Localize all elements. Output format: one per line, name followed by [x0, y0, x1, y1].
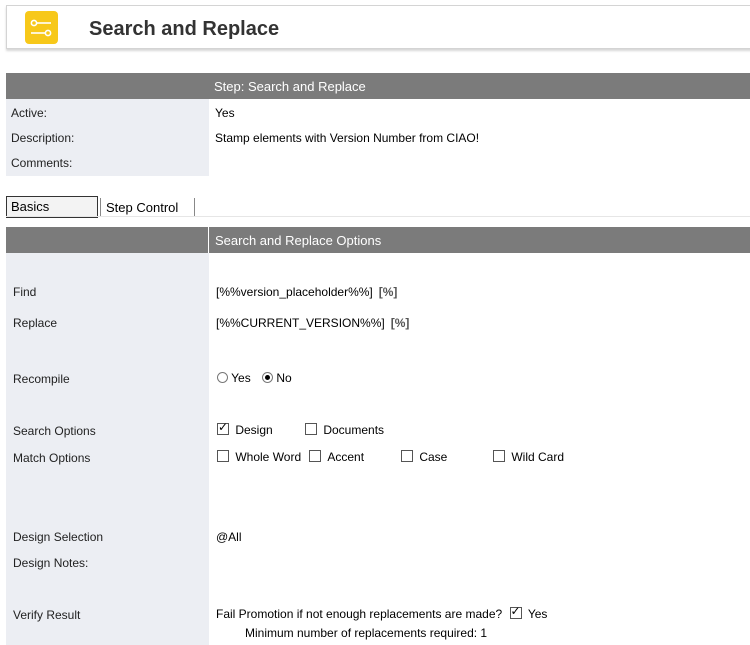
replace-placeholder-button[interactable]: [%]: [391, 316, 410, 330]
wild-card-checkbox[interactable]: [493, 450, 505, 462]
recompile-no-label: No: [276, 371, 292, 385]
verify-result-label: Verify Result: [13, 608, 81, 622]
wild-card-label: Wild Card: [511, 450, 565, 464]
match-case-option[interactable]: Case: [401, 450, 447, 464]
find-value[interactable]: [%%version_placeholder%%]: [216, 285, 373, 299]
step-header-label: Step: Search and Replace: [214, 79, 366, 94]
active-label: Active:: [11, 106, 48, 120]
verify-question: Fail Promotion if not enough replacement…: [216, 607, 503, 621]
description-value: Stamp elements with Version Number from …: [215, 131, 480, 145]
tab-basics[interactable]: Basics: [6, 196, 98, 218]
options-label-column: [6, 253, 209, 645]
options-header-bar: Search and Replace Options: [6, 227, 750, 253]
page-header: Search and Replace: [6, 5, 750, 49]
whole-word-checkbox[interactable]: [217, 450, 229, 462]
find-value-row: [%%version_placeholder%%] [%]: [216, 285, 397, 299]
search-documents-option[interactable]: Documents: [305, 423, 384, 437]
recompile-yes-radio[interactable]: [217, 372, 228, 383]
replace-label: Replace: [13, 316, 58, 330]
design-selection-label: Design Selection: [13, 530, 104, 544]
description-label: Description:: [11, 131, 75, 145]
documents-checkbox[interactable]: [305, 423, 317, 435]
verify-result-row: Fail Promotion if not enough replacement…: [216, 604, 548, 621]
whole-word-label: Whole Word: [235, 450, 302, 464]
options-header-label: Search and Replace Options: [215, 233, 382, 248]
find-label: Find: [13, 285, 37, 299]
design-selection-value[interactable]: @All: [216, 530, 242, 544]
search-options-label: Search Options: [13, 424, 96, 438]
tab-step-control[interactable]: Step Control: [100, 198, 195, 216]
verify-yes-label: Yes: [527, 607, 548, 621]
options-header-separator: [208, 227, 209, 253]
accent-label: Accent: [327, 450, 365, 464]
replace-value-row: [%%CURRENT_VERSION%%] [%]: [216, 316, 409, 330]
tab-step-control-label: Step Control: [106, 200, 179, 215]
page-title: Search and Replace: [89, 18, 280, 40]
replace-value[interactable]: [%%CURRENT_VERSION%%]: [216, 316, 385, 330]
design-checkbox-label: Design: [235, 423, 273, 437]
recompile-yes-label: Yes: [231, 371, 251, 385]
recompile-yes-option[interactable]: Yes: [217, 371, 251, 385]
active-value: Yes: [215, 106, 235, 120]
design-checkbox[interactable]: [217, 420, 229, 435]
documents-checkbox-label: Documents: [323, 423, 385, 437]
match-accent-option[interactable]: Accent: [309, 450, 364, 464]
accent-checkbox[interactable]: [309, 450, 321, 462]
design-notes-label: Design Notes:: [13, 556, 89, 570]
find-placeholder-button[interactable]: [%]: [379, 285, 398, 299]
recompile-no-radio[interactable]: [262, 372, 273, 383]
case-checkbox[interactable]: [401, 450, 413, 462]
workflow-icon: [25, 11, 58, 44]
comments-label: Comments:: [11, 156, 73, 170]
verify-yes-checkbox[interactable]: [509, 604, 522, 619]
recompile-label: Recompile: [13, 372, 70, 386]
tab-divider: [6, 216, 750, 217]
search-design-option[interactable]: Design: [217, 420, 273, 437]
minimum-replacements-text: Minimum number of replacements required:…: [245, 626, 488, 640]
case-label: Case: [419, 450, 448, 464]
match-wild-card-option[interactable]: Wild Card: [493, 450, 564, 464]
match-options-label: Match Options: [13, 451, 91, 465]
step-header-bar: Step: Search and Replace: [6, 73, 750, 99]
tab-basics-label: Basics: [11, 199, 50, 214]
match-whole-word-option[interactable]: Whole Word: [217, 450, 301, 464]
recompile-no-option[interactable]: No: [262, 371, 292, 385]
